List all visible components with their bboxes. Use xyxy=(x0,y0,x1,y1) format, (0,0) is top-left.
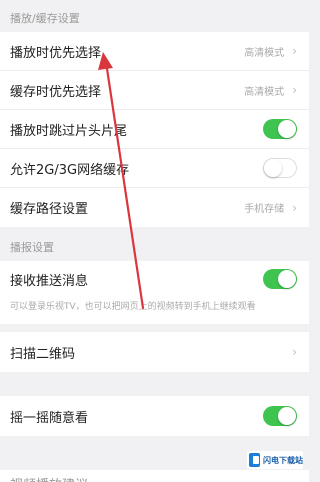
toggle-knob xyxy=(278,270,296,288)
toggle-knob xyxy=(278,407,296,425)
row-label: 摇一摇随意看 xyxy=(10,410,89,426)
row-cache-path[interactable]: 缓存路径设置 手机存储 › xyxy=(0,188,309,227)
section-header-message: 播报设置 xyxy=(10,241,54,254)
chevron-right-icon: › xyxy=(292,200,297,215)
row-label: 接收推送消息 xyxy=(10,273,89,289)
chevron-right-icon: › xyxy=(292,44,297,58)
chevron-right-icon: › xyxy=(292,345,297,359)
section-header-playback: 播放/缓存设置 xyxy=(10,12,80,25)
row-cache-priority[interactable]: 缓存时优先选择 高清模式 › xyxy=(0,71,309,110)
row-label: 允许2G/3G网络缓存 xyxy=(10,162,130,178)
toggle-knob xyxy=(278,120,296,138)
row-shake: 摇一摇随意看 xyxy=(0,396,309,436)
row-label: 播放时优先选择 xyxy=(10,45,102,61)
row-mobile-cache: 允许2G/3G网络缓存 xyxy=(0,149,309,188)
row-skip-intro: 播放时跳过片头片尾 xyxy=(0,110,309,149)
shake-toggle[interactable] xyxy=(263,406,297,426)
watermark-text: 闪电下载站 xyxy=(263,455,303,465)
toggle-knob xyxy=(264,159,282,177)
message-settings-group: 接收推送消息 可以登录乐视TV，也可以把网页上的视频转到手机上继续观看 xyxy=(0,261,309,324)
row-play-priority[interactable]: 播放时优先选择 高清模式 › xyxy=(0,32,309,71)
row-label: 播放时跳过片头片尾 xyxy=(10,123,128,139)
scan-group: 扫描二维码 › xyxy=(0,332,309,372)
row-value: 高清模式 xyxy=(244,47,285,59)
settings-page: 播放/缓存设置 播放时优先选择 高清模式 › 缓存时优先选择 高清模式 › 播放… xyxy=(0,0,309,436)
chevron-right-icon: › xyxy=(292,83,297,97)
row-push: 接收推送消息 xyxy=(0,261,309,297)
next-row-peek: 视频播放建议 xyxy=(0,470,309,482)
row-scan-qr[interactable]: 扫描二维码 › xyxy=(0,332,309,372)
row-label: 缓存时优先选择 xyxy=(10,84,102,100)
row-label: 缓存路径设置 xyxy=(10,202,89,217)
push-description: 可以登录乐视TV，也可以把网页上的视频转到手机上继续观看 xyxy=(0,297,309,324)
skip-intro-toggle[interactable] xyxy=(263,119,297,139)
row-value: 高清模式 xyxy=(244,86,285,98)
watermark-logo-icon xyxy=(249,453,260,467)
next-row-label: 视频播放建议 xyxy=(0,470,309,482)
shake-group: 摇一摇随意看 xyxy=(0,396,309,436)
push-toggle[interactable] xyxy=(263,269,297,289)
row-label: 扫描二维码 xyxy=(10,346,76,362)
row-value: 手机存储 xyxy=(244,204,285,215)
playback-settings-group: 播放时优先选择 高清模式 › 缓存时优先选择 高清模式 › 播放时跳过片头片尾 … xyxy=(0,32,309,227)
watermark: 闪电下载站 xyxy=(247,451,303,469)
mobile-cache-toggle[interactable] xyxy=(263,158,297,178)
